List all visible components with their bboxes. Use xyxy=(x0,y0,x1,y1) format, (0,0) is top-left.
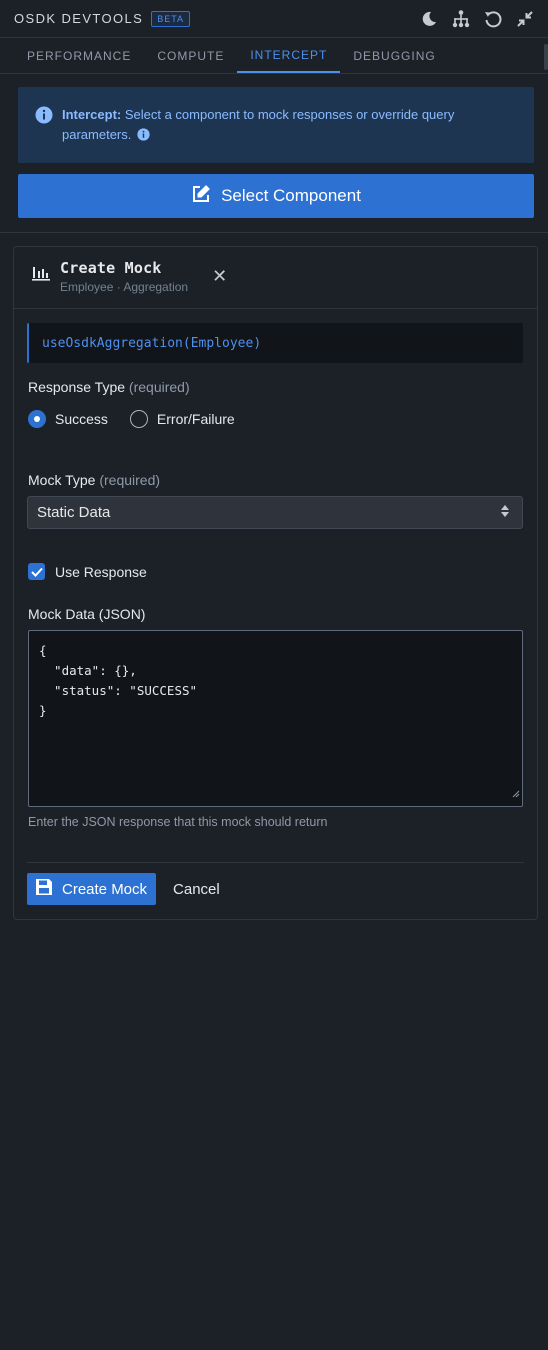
brand: OSDK DEVTOOLS BETA xyxy=(14,10,191,27)
create-mock-button[interactable]: Create Mock xyxy=(27,873,157,905)
mock-type-required: (required) xyxy=(99,472,161,488)
response-type-label: Response Type (required) xyxy=(28,379,537,395)
tabs-scrollbar[interactable] xyxy=(544,44,548,70)
radio-success-indicator[interactable] xyxy=(28,410,46,428)
refresh-icon[interactable] xyxy=(482,8,504,30)
card-subtitle: Employee · Aggregation xyxy=(60,280,189,294)
mock-type-select[interactable]: Static Data xyxy=(27,496,523,529)
hierarchy-icon[interactable] xyxy=(450,8,472,30)
devtools-header: OSDK DEVTOOLS BETA xyxy=(0,0,548,38)
resize-handle-icon[interactable] xyxy=(512,784,520,804)
info-small-icon[interactable] xyxy=(137,127,150,147)
response-type-text: Response Type xyxy=(28,379,126,395)
tab-performance[interactable]: PERFORMANCE xyxy=(14,38,144,73)
close-icon[interactable]: ✕ xyxy=(212,267,227,285)
card-titles: Create Mock Employee · Aggregation xyxy=(60,259,188,294)
select-caret-icon xyxy=(500,504,510,522)
app-title: OSDK DEVTOOLS xyxy=(14,11,144,26)
radio-error-indicator[interactable] xyxy=(129,410,148,428)
bar-chart-icon xyxy=(32,265,50,286)
checkbox-indicator[interactable] xyxy=(28,563,45,580)
info-lead: Intercept: xyxy=(62,107,122,122)
mock-data-hint: Enter the JSON response that this mock s… xyxy=(28,815,328,829)
tab-intercept[interactable]: INTERCEPT xyxy=(237,38,341,73)
tab-debugging[interactable]: DEBUGGING xyxy=(340,38,448,73)
mock-data-value: { "data": {}, "status": "SUCCESS" } xyxy=(39,643,198,718)
info-icon xyxy=(35,106,53,145)
radio-error-label: Error/Failure xyxy=(156,411,235,427)
edit-icon xyxy=(191,184,211,209)
use-response-checkbox[interactable]: Use Response xyxy=(28,563,537,580)
hook-signature: useOsdkAggregation(Employee) xyxy=(27,323,523,363)
cancel-button[interactable]: Cancel xyxy=(173,881,220,898)
create-mock-label: Create Mock xyxy=(62,880,148,898)
info-message: Intercept: Select a component to mock re… xyxy=(62,105,516,145)
select-component-button[interactable]: Select Component xyxy=(18,174,534,218)
moon-icon[interactable] xyxy=(418,8,440,30)
card-header: Create Mock Employee · Aggregation ✕ xyxy=(14,247,537,309)
response-type-options: Success Error/Failure xyxy=(28,410,537,428)
intercept-info-callout: Intercept: Select a component to mock re… xyxy=(18,87,534,163)
minimize-icon[interactable] xyxy=(514,8,536,30)
response-type-required: (required) xyxy=(128,379,190,395)
beta-badge: BETA xyxy=(151,10,191,27)
tab-bar: PERFORMANCE COMPUTE INTERCEPT DEBUGGING xyxy=(0,38,548,74)
tab-compute[interactable]: COMPUTE xyxy=(144,38,237,73)
create-mock-card: Create Mock Employee · Aggregation ✕ use… xyxy=(13,246,538,920)
save-icon xyxy=(35,878,53,900)
section-divider xyxy=(0,232,548,233)
radio-success[interactable]: Success xyxy=(28,410,108,428)
card-actions: Create Mock Cancel xyxy=(27,873,537,905)
info-body: Select a component to mock responses or … xyxy=(62,107,455,142)
header-actions xyxy=(418,8,536,30)
card-title: Create Mock xyxy=(60,259,162,277)
mock-type-value: Static Data xyxy=(37,504,111,521)
select-component-label: Select Component xyxy=(221,186,361,205)
radio-success-label: Success xyxy=(55,411,108,427)
card-footer-divider xyxy=(27,862,524,863)
use-response-label: Use Response xyxy=(55,563,147,580)
mock-data-textarea[interactable]: { "data": {}, "status": "SUCCESS" } xyxy=(28,630,523,807)
mock-type-label: Mock Type (required) xyxy=(28,472,537,488)
radio-error[interactable]: Error/Failure xyxy=(129,410,235,428)
mock-data-label: Mock Data (JSON) xyxy=(28,606,146,622)
mock-type-text: Mock Type xyxy=(28,472,96,488)
